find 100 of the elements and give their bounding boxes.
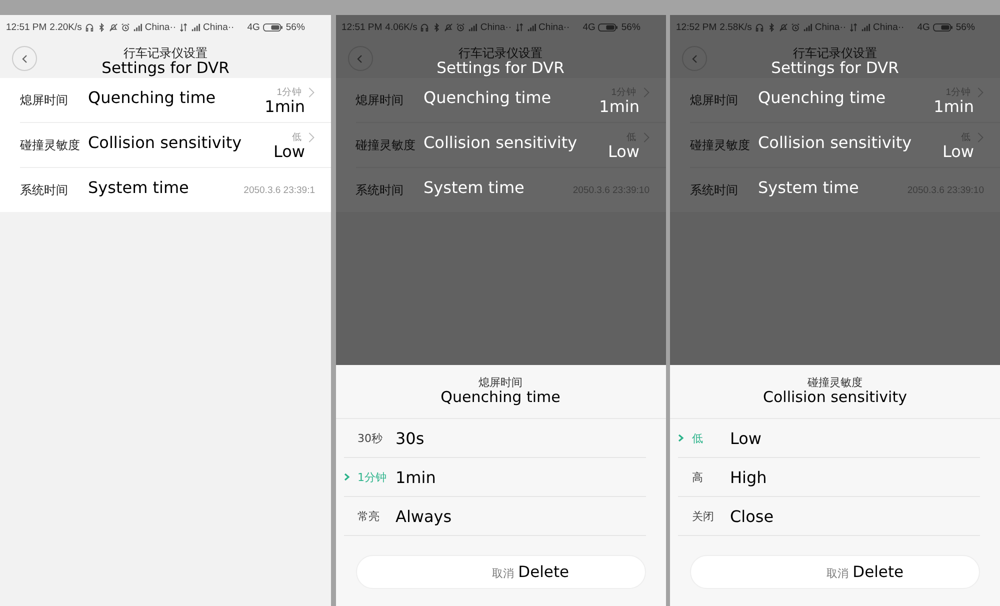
network-type: 4G [247,22,260,33]
bluetooth-icon [766,23,776,32]
option-label: 1分钟 [358,470,388,484]
battery-icon [262,23,283,32]
signal-icon [861,23,870,32]
alarm-icon [456,23,466,32]
option-item[interactable]: 30秒 30s [344,419,646,458]
sheet-title-translation: Collision sensitivity [763,389,907,406]
carrier-name: China·· [144,22,176,33]
sheet-title: 熄屏时间 [478,377,522,390]
mute-icon [108,23,118,32]
row-label-translation: Collision sensitivity [88,132,242,152]
sheet-title-translation: Quenching time [440,389,560,406]
row-label-translation: System time [424,178,524,196]
page-title-translation: Settings for DVR [102,61,230,76]
headphones-icon [420,23,430,32]
row-value-translation: Low [273,144,305,160]
data-arrows-icon [514,23,524,32]
row-label-translation: Quenching time [424,88,552,106]
option-label: 高 [692,470,704,484]
option-item[interactable]: 关闭 Close [678,497,980,536]
mute-icon [444,23,454,32]
network-speed: 2.58K/s [720,22,752,33]
page-title-translation: Settings for DVR [771,61,899,76]
row-value-translation: Low [608,144,640,160]
row-label-translation: Collision sensitivity [424,132,578,152]
option-label: 关闭 [692,508,715,524]
option-item[interactable]: 高 High [678,458,980,497]
network-type: 4G [917,22,930,33]
row-label: 碰撞灵敏度 [356,136,416,154]
check-chevron-icon [678,434,684,442]
data-arrows-icon [849,23,858,32]
bluetooth-icon [96,23,106,32]
carrier-name: China·· [480,22,512,33]
option-label: 30秒 [358,430,384,446]
row-label-translation: Collision sensitivity [758,132,912,152]
option-label-translation: Always [396,506,452,526]
status-time: 12:52 PM [676,22,717,33]
carrier-name: China·· [203,22,234,33]
settings-row[interactable]: 系统时间 System time 2050.3.6 23:39:1 [20,168,331,212]
back-button[interactable] [682,46,707,71]
signal-icon [132,23,142,32]
option-item[interactable]: 常亮 Always [344,497,646,536]
row-value-translation: Low [942,144,974,160]
row-label: 熄屏时间 [690,92,739,108]
option-label-translation: 1min [396,468,436,486]
alarm-icon [120,23,130,32]
battery-percent: 56% [956,22,975,33]
row-label: 系统时间 [356,182,404,198]
battery-icon [932,23,953,32]
settings-row[interactable]: 碰撞灵敏度 Collision sensitivity 低 Low [20,123,331,168]
page-title: 行车记录仪设置 [793,47,877,59]
carrier-name: China·· [538,22,570,33]
settings-row[interactable]: 熄屏时间 Quenching time 1分钟 1min [20,78,331,123]
headphones-icon [754,23,764,32]
option-item[interactable]: 1分钟 1min [344,458,646,497]
row-label-translation: Quenching time [758,88,886,106]
sheet-title: 碰撞灵敏度 [808,377,862,390]
row-value-translation: 1min [264,98,305,114]
network-speed: 2.20K/s [50,22,82,33]
row-value-translation: 1min [934,98,974,114]
back-button[interactable] [348,46,372,71]
signal-icon [526,23,536,32]
row-label-translation: System time [88,178,189,196]
status-time: 12:51 PM [6,22,47,33]
row-value: 1分钟 [276,86,302,98]
cancel-button[interactable]: 取消 Delete [690,555,980,589]
page-title: 行车记录仪设置 [458,47,542,59]
headphones-icon [84,23,94,32]
carrier-name: China·· [873,22,904,33]
network-speed: 4.06K/s [385,22,418,33]
bluetooth-icon [432,23,442,32]
carrier-name: China·· [814,22,846,33]
signal-icon [468,23,478,32]
signal-icon [191,23,200,32]
option-label-translation: 30s [396,428,424,448]
cancel-button[interactable]: 取消 Delete [356,555,646,589]
option-label-translation: Low [730,428,762,448]
battery-icon [598,23,618,32]
row-value: 2050.3.6 23:39:1 [244,184,315,196]
option-item[interactable]: 低 Low [678,419,980,458]
network-type: 4G [582,22,596,33]
row-label: 碰撞灵敏度 [690,136,751,154]
status-time: 12:51 PM [342,22,382,33]
row-value-translation: 1min [599,98,640,114]
row-label: 系统时间 [20,182,69,198]
page-title: 行车记录仪设置 [124,47,208,59]
option-label-translation: Close [730,506,774,526]
back-button[interactable] [12,46,37,71]
row-label: 系统时间 [690,182,739,198]
row-label-translation: Quenching time [88,88,216,106]
row-label: 熄屏时间 [356,92,404,108]
row-value: 低 [292,130,302,144]
option-label: 低 [692,430,704,446]
row-label-translation: System time [758,178,859,196]
battery-percent: 56% [621,22,640,33]
battery-percent: 56% [286,22,305,33]
row-label: 熄屏时间 [20,92,69,108]
alarm-icon [790,23,800,32]
row-label: 碰撞灵敏度 [20,136,81,154]
